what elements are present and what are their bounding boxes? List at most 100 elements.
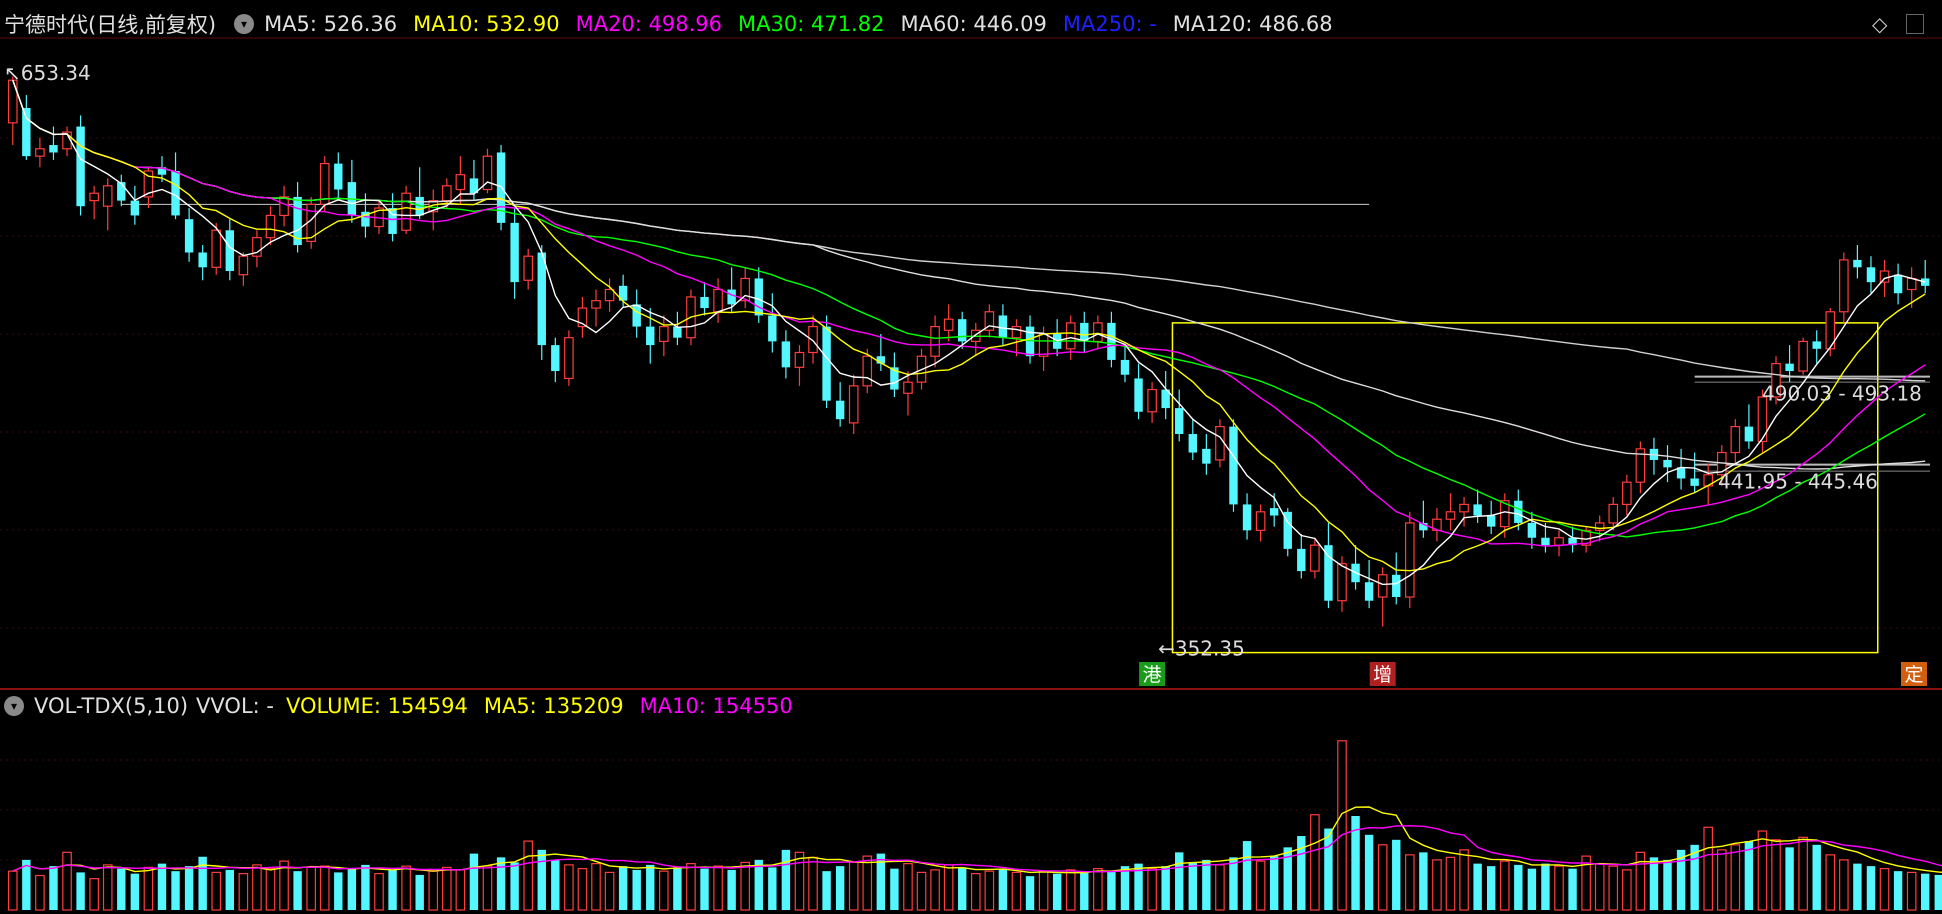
volume-bar [143, 866, 154, 911]
candle-body [1785, 363, 1794, 372]
volume-bar [1866, 866, 1876, 910]
volume-bar [916, 871, 927, 911]
volume-bar [808, 856, 818, 911]
candle-body [1594, 522, 1605, 531]
volume-bar [35, 874, 45, 911]
candle-body [171, 170, 180, 216]
volume-bar [1419, 852, 1428, 910]
volume-bar [1377, 844, 1388, 911]
volume-bar [862, 855, 873, 911]
volume-bar [469, 853, 479, 910]
candle-body [1459, 503, 1469, 513]
volume-bar [455, 869, 466, 911]
candle-body [862, 355, 873, 387]
volume-bar [1324, 828, 1333, 910]
candle-body [334, 163, 343, 190]
volume-bar [7, 870, 18, 911]
volume-bar [577, 868, 588, 911]
candle-body [632, 304, 641, 327]
candle-body [76, 126, 85, 207]
candle-body [591, 300, 601, 309]
candle-body [1798, 340, 1808, 372]
low-label: ←352.35 [1158, 636, 1245, 660]
candle-body [225, 230, 235, 272]
candle-body [1269, 508, 1279, 516]
candle-body [781, 341, 791, 368]
candle-body [1038, 333, 1049, 357]
candle-body [1527, 522, 1537, 538]
candle-body [1392, 574, 1401, 598]
volume-bar [1663, 859, 1672, 910]
volume-bar [591, 863, 601, 911]
candle-body [1744, 426, 1754, 442]
volume-bar [252, 864, 262, 911]
volume-bar [265, 868, 276, 911]
candle-body [1839, 259, 1849, 313]
volume-bar [415, 874, 424, 910]
volume-bar [388, 869, 397, 910]
volume-bar [632, 869, 641, 910]
candle-body [604, 288, 615, 302]
candle-body [1445, 511, 1456, 520]
candle-body [1065, 322, 1076, 350]
candle-body [35, 148, 45, 157]
candle-body [1093, 322, 1103, 343]
band-label-upper: 490.03 - 493.18 [1762, 382, 1922, 406]
volume-bar [1038, 870, 1049, 911]
volume-bar [618, 866, 628, 910]
candle-body [1405, 522, 1415, 598]
volume-bar [482, 865, 493, 911]
volume-bar [1405, 854, 1415, 911]
volume-bar [848, 861, 859, 911]
candle-body [1175, 408, 1184, 435]
candle-body [510, 222, 519, 283]
candle-body [768, 315, 777, 342]
ma60-line [12, 79, 1926, 470]
candle-body [442, 185, 452, 202]
volume-bar [686, 863, 696, 911]
volume-bar [1188, 862, 1198, 910]
volume-bar [401, 865, 411, 911]
volume-bar [754, 859, 763, 910]
volume-bar [1175, 852, 1184, 910]
volume-bar [781, 849, 791, 910]
candle-body [211, 229, 222, 268]
candle-body [49, 145, 58, 153]
volume-bar [1432, 859, 1442, 911]
candle-body [130, 200, 140, 216]
volume-bar [1839, 859, 1849, 911]
volume-bar [1568, 868, 1577, 910]
stock-chart[interactable]: ↖653.34 ←352.35 490.03 - 493.18 441.95 - 44… [0, 0, 1942, 914]
volume-bar [510, 862, 519, 910]
volume-bar [1310, 814, 1320, 911]
volume-bar [102, 864, 113, 911]
candle-body [1622, 481, 1632, 506]
candle-body [1663, 459, 1672, 468]
candle-body [551, 345, 560, 372]
candle-body [537, 252, 546, 346]
candle-body [89, 192, 99, 202]
event-marker-label: 增 [1373, 664, 1392, 686]
volume-bar [604, 871, 615, 911]
volume-bar [1255, 860, 1266, 911]
volume-bar [361, 864, 370, 910]
volume-bar [1608, 865, 1619, 911]
candle-body [1906, 277, 1917, 291]
volume-bar [1879, 868, 1890, 911]
volume-bar [835, 866, 845, 910]
volume-bar [903, 863, 913, 911]
volume-bar [1893, 871, 1903, 910]
volume-bar [347, 868, 357, 910]
volume-bar [1757, 830, 1768, 911]
candle-body [754, 278, 763, 316]
candle-body [822, 326, 831, 401]
volume-bar [700, 868, 709, 910]
volume-bar [157, 863, 167, 910]
candle-body [1921, 278, 1930, 286]
event-marker-label: 港 [1143, 664, 1162, 686]
volume-bar [1269, 856, 1279, 910]
volume-bar [117, 868, 126, 910]
volume-bar [713, 865, 723, 911]
volume-bar [1486, 866, 1496, 910]
volume-bar [1392, 839, 1401, 910]
